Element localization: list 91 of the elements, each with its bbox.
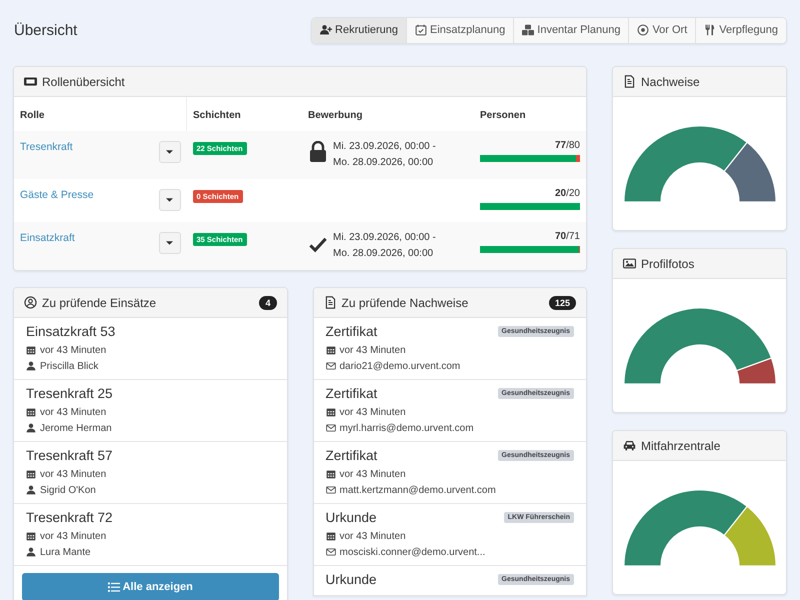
- card-title: Profilfotos: [641, 256, 696, 270]
- card-title: Nachweise: [641, 74, 701, 88]
- email-address: myrl.harris@demo.urvent.com: [340, 422, 474, 434]
- list-icon: [108, 581, 120, 593]
- time-ago: vor 43 Minuten: [40, 406, 106, 418]
- person-count: 77: [554, 140, 566, 151]
- item-title: Einsatzkraft 53: [26, 324, 116, 339]
- image-icon: [623, 257, 636, 270]
- person-count: 70: [554, 231, 566, 242]
- person-name: Jerome Herman: [40, 422, 112, 434]
- email-address: mosciski.conner@demo.urvent...: [340, 546, 486, 558]
- item-title: Tresenkraft 57: [26, 448, 114, 463]
- show-all-button[interactable]: Alle anzeigen: [22, 573, 278, 600]
- item-title: Zertifikat: [326, 448, 378, 463]
- time-ago: vor 43 Minuten: [340, 344, 406, 356]
- person-count: 20: [554, 188, 566, 199]
- email-address: dario21@demo.urvent.com: [340, 360, 460, 372]
- calendar-icon: [326, 469, 336, 479]
- item-title: Urkunde: [326, 572, 377, 587]
- document-icon: [623, 75, 636, 88]
- boxes-icon: [522, 24, 534, 36]
- time-ago: vor 43 Minuten: [340, 468, 406, 480]
- padlock-icon: [308, 141, 328, 163]
- calendar-icon: [26, 407, 36, 417]
- ticket-icon: [24, 75, 37, 88]
- dropdown-button[interactable]: [158, 141, 180, 163]
- date-range-end: Mo. 28.09.2026, 00:00: [333, 247, 434, 261]
- dropdown-button[interactable]: [158, 189, 180, 211]
- calendar-icon: [326, 345, 336, 355]
- column-header: Schichten: [186, 97, 302, 131]
- checkmark-icon: [308, 235, 328, 254]
- target-icon: [637, 24, 650, 36]
- time-ago: vor 43 Minuten: [40, 344, 106, 356]
- column-header: Personen: [474, 97, 586, 131]
- envelope-icon: [326, 485, 336, 495]
- calendar-check-icon: [415, 24, 428, 36]
- tab[interactable]: Inventar Planung: [514, 18, 630, 42]
- time-ago: vor 43 Minuten: [340, 406, 406, 418]
- envelope-icon: [326, 361, 336, 371]
- card-title: Rollenübersicht: [42, 74, 126, 88]
- calendar-icon: [26, 345, 36, 355]
- tab[interactable]: Vor Ort: [629, 18, 696, 42]
- caret-icon: [166, 150, 173, 154]
- calendar-icon: [326, 531, 336, 541]
- caret-icon: [166, 241, 173, 245]
- item-title: Zertifikat: [326, 386, 378, 401]
- calendar-icon: [26, 469, 36, 479]
- date-range-start: Mi. 23.09.2026, 00:00 -: [333, 231, 436, 245]
- person-total: /20: [566, 188, 580, 199]
- person-icon: [26, 361, 36, 371]
- person-total: /80: [566, 140, 580, 151]
- time-ago: vor 43 Minuten: [40, 530, 106, 542]
- card-title: Zu prüfende Einsätze: [42, 296, 158, 310]
- person-total: /71: [566, 231, 580, 242]
- time-ago: vor 43 Minuten: [340, 530, 406, 542]
- dropdown-button[interactable]: [158, 232, 180, 254]
- tab[interactable]: Rekrutierung: [312, 18, 408, 42]
- date-range-end: Mo. 28.09.2026, 00:00: [333, 156, 434, 170]
- envelope-icon: [326, 547, 336, 557]
- utensils-icon: [704, 24, 716, 36]
- count-badge: 4: [259, 296, 276, 310]
- calendar-icon: [26, 531, 36, 541]
- person-icon: [26, 423, 36, 433]
- person-icon: [26, 485, 36, 495]
- user-circle-icon: [24, 296, 37, 309]
- document-icon: [324, 296, 336, 309]
- card-title: Mitfahrzentrale: [641, 438, 722, 452]
- item-title: Tresenkraft 25: [26, 386, 114, 401]
- person-icon: [26, 547, 36, 557]
- role-link[interactable]: Gäste & Presse: [20, 189, 94, 201]
- tab[interactable]: Einsatzplanung: [407, 18, 514, 42]
- calendar-icon: [326, 407, 336, 417]
- user-plus-icon: [320, 24, 332, 36]
- time-ago: vor 43 Minuten: [40, 468, 106, 480]
- progress-remainder: [576, 155, 580, 162]
- email-address: matt.kertzmann@demo.urvent.com: [340, 484, 496, 496]
- column-header: Bewerbung: [302, 97, 474, 131]
- date-range-start: Mi. 23.09.2026, 00:00 -: [333, 140, 436, 154]
- card-title: Zu prüfende Nachweise: [342, 296, 470, 310]
- envelope-icon: [326, 423, 336, 433]
- tab[interactable]: Verpflegung: [696, 18, 786, 42]
- person-name: Lura Mante: [40, 546, 91, 558]
- person-name: Priscilla Blick: [40, 360, 98, 372]
- item-title: Tresenkraft 72: [26, 510, 114, 525]
- car-icon: [623, 439, 636, 452]
- page-title: Übersicht: [14, 22, 78, 38]
- person-name: Sigrid O'Kon: [40, 484, 96, 496]
- caret-icon: [166, 198, 173, 202]
- item-title: Urkunde: [326, 510, 377, 525]
- item-title: Zertifikat: [326, 324, 378, 339]
- count-badge: 125: [548, 296, 576, 310]
